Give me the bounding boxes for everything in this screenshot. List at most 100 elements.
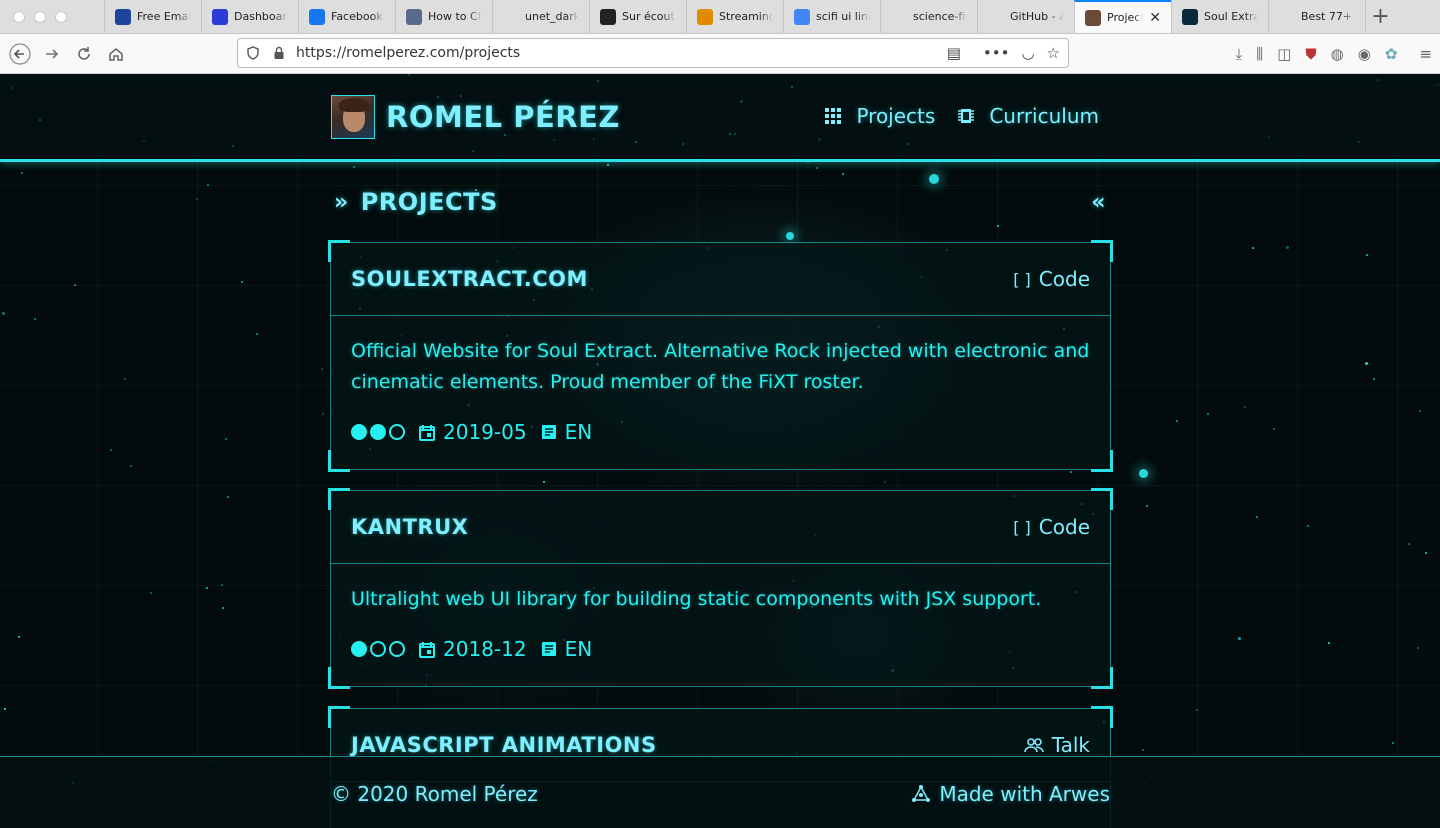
level-dot-filled	[351, 641, 367, 657]
browser-tab[interactable]: Facebook	[298, 0, 395, 33]
project-title[interactable]: KANTRUX	[351, 515, 468, 539]
site-brand[interactable]: ROMEL PÉREZ	[386, 100, 620, 134]
forward-arrow-icon	[46, 48, 59, 59]
close-window-button[interactable]	[13, 10, 25, 23]
star-decoration	[110, 449, 112, 451]
star-decoration	[1328, 642, 1330, 644]
calendar-icon	[419, 424, 435, 441]
ublock-icon[interactable]: ⛊	[1305, 45, 1316, 63]
extension-icon[interactable]: ✿	[1385, 45, 1398, 63]
star-decoration	[1252, 247, 1254, 249]
star-decoration	[221, 584, 223, 586]
reader-view-icon[interactable]: ▤	[947, 44, 961, 62]
browser-tab[interactable]: science-fic	[880, 0, 977, 33]
account-icon[interactable]: ◉	[1358, 45, 1371, 63]
brackets-icon: [ ]	[1013, 517, 1031, 537]
project-meta: 2019-05 EN	[351, 420, 1090, 444]
double-chevron-right-icon: »	[334, 189, 349, 215]
star-decoration	[322, 413, 324, 415]
url-bar[interactable]: https://romelperez.com/projects ▤ ••• ◡ …	[237, 38, 1069, 68]
url-text[interactable]: https://romelperez.com/projects	[296, 45, 520, 61]
site-nav: Projects Curriculum	[824, 104, 1099, 128]
browser-tab[interactable]: unet_dark	[492, 0, 589, 33]
project-title[interactable]: JAVASCRIPT ANIMATIONS	[351, 733, 657, 757]
star-decoration	[1365, 362, 1368, 365]
project-link-code[interactable]: [ ] Code	[1013, 267, 1090, 291]
star-decoration	[222, 607, 224, 609]
new-tab-button[interactable]: +	[1365, 0, 1395, 33]
browser-tab[interactable]: Best 77+ HUD	[1268, 0, 1365, 33]
browser-tab[interactable]: How to Ch	[395, 0, 492, 33]
copyright-text: © 2020 Romel Pérez	[331, 782, 538, 806]
star-decoration	[1196, 709, 1198, 711]
avatar[interactable]	[331, 95, 375, 139]
close-tab-icon[interactable]: ✕	[1149, 10, 1161, 26]
level-dot-empty	[389, 641, 405, 657]
window-controls	[0, 0, 104, 33]
project-date: 2019-05	[419, 420, 527, 444]
star-decoration	[1373, 378, 1375, 380]
maximize-window-button[interactable]	[55, 10, 67, 23]
project-title[interactable]: SOULEXTRACT.COM	[351, 267, 588, 291]
soul-icon	[1182, 8, 1198, 25]
project-meta: 2018-12 EN	[351, 637, 1090, 661]
home-icon	[109, 47, 123, 61]
browser-tab[interactable]: Free Email	[104, 0, 201, 33]
page-viewport: ROMEL PÉREZ Projects Curriculum » PROJEC…	[0, 74, 1440, 828]
made-with-link[interactable]: Made with Arwes	[911, 782, 1110, 806]
sidebar-icon[interactable]: ◫	[1277, 45, 1291, 63]
nav-label-curriculum: Curriculum	[989, 104, 1099, 128]
globe-icon[interactable]: ◍	[1331, 45, 1344, 63]
star-decoration	[1256, 516, 1258, 518]
project-date-value: 2018-12	[443, 637, 527, 661]
home-button[interactable]	[100, 38, 132, 70]
pocket-icon[interactable]: ◡	[1021, 44, 1034, 62]
browser-tab-label: Sur écoute	[622, 10, 676, 23]
project-description: Ultralight web UI library for building s…	[351, 588, 1042, 610]
stream-icon	[697, 8, 713, 25]
calendar-icon	[419, 641, 435, 658]
project-link-talk[interactable]: Talk	[1023, 733, 1090, 757]
nav-item-projects[interactable]: Projects	[824, 104, 935, 128]
back-button[interactable]	[4, 38, 36, 70]
browser-tab[interactable]: Sur écoute	[589, 0, 686, 33]
shield-icon	[247, 46, 259, 60]
back-arrow-icon	[9, 42, 31, 65]
download-icon[interactable]: ⤓	[1236, 45, 1243, 63]
star-decoration	[206, 587, 208, 589]
star-decoration	[997, 225, 999, 227]
star-decoration	[241, 281, 243, 283]
minimize-window-button[interactable]	[34, 10, 46, 23]
browser-tab[interactable]: GitHub - a	[977, 0, 1074, 33]
library-icon[interactable]: ⫼	[1256, 45, 1263, 63]
page-actions-icon[interactable]: •••	[983, 44, 1010, 62]
star-decoration	[18, 636, 20, 638]
browser-nav-bar: https://romelperez.com/projects ▤ ••• ◡ …	[0, 34, 1440, 74]
document-icon	[541, 642, 556, 656]
browser-tab[interactable]: Streaming	[686, 0, 783, 33]
star-decoration	[1366, 254, 1368, 256]
blank-favicon-icon	[988, 9, 1004, 25]
reload-button[interactable]	[68, 38, 100, 70]
star-decoration	[321, 368, 323, 370]
star-decoration	[1244, 406, 1246, 408]
glow-decoration	[1139, 469, 1148, 478]
browser-tab[interactable]: Dashboard	[201, 0, 298, 33]
browser-tab[interactable]: Project ✕	[1074, 0, 1171, 33]
blank-favicon-icon	[1279, 9, 1295, 25]
star-decoration	[21, 172, 23, 174]
project-level-indicator	[351, 641, 405, 657]
browser-tab-label: science-fic	[913, 10, 967, 23]
browser-tab[interactable]: Soul Extra	[1171, 0, 1268, 33]
blank-favicon-icon	[891, 9, 907, 25]
star-decoration	[884, 481, 886, 483]
bookmark-star-icon[interactable]: ☆	[1047, 44, 1060, 62]
star-decoration	[543, 481, 545, 483]
nav-item-curriculum[interactable]: Curriculum	[957, 104, 1099, 128]
project-link-code[interactable]: [ ] Code	[1013, 515, 1090, 539]
menu-icon[interactable]: ≡	[1419, 45, 1432, 63]
browser-tab[interactable]: scifi ui linu	[783, 0, 880, 33]
project-link-label: Code	[1038, 267, 1090, 291]
browser-tab-label: scifi ui linu	[816, 10, 870, 23]
forward-button[interactable]	[36, 38, 68, 70]
